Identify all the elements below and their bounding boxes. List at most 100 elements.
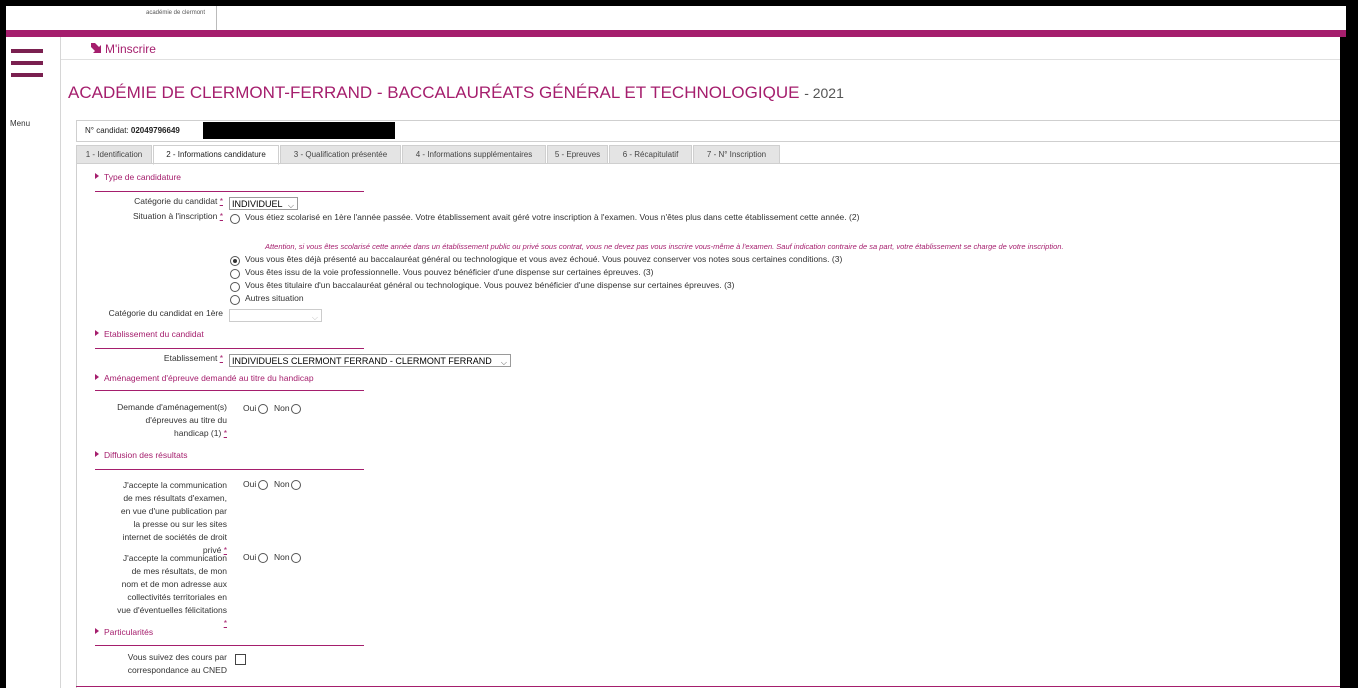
- chevron-down-icon: ⌵: [287, 201, 294, 210]
- diffusion-presse-label-text: J'accepte la communication de mes résult…: [120, 480, 227, 555]
- situation-option-voie-pro: Vous êtes issu de la voie professionnell…: [245, 267, 654, 277]
- etablissement-select-value: INDIVIDUELS CLERMONT FERRAND - CLERMONT …: [232, 356, 492, 366]
- situation-radio-titulaire[interactable]: [230, 282, 240, 292]
- browser-viewport: académie de clermont Menu M'inscrire ACA…: [6, 6, 1346, 688]
- category-1ere-select[interactable]: ⌵: [229, 309, 322, 322]
- cned-checkbox[interactable]: [235, 654, 246, 665]
- section-title: Type de candidature: [104, 172, 182, 182]
- academy-logo: [6, 6, 72, 30]
- candidate-info-bar: N° candidat: 02049796649: [76, 120, 1346, 142]
- candidate-number: N° candidat: 02049796649: [85, 126, 180, 135]
- presse-yes-label: Oui: [243, 479, 257, 489]
- side-menu: Menu: [6, 37, 61, 688]
- hamburger-icon-bar: [11, 73, 43, 77]
- collectivites-yes-label: Oui: [243, 552, 257, 562]
- tab-epreuves[interactable]: 5 - Epreuves: [547, 145, 608, 164]
- handicap-no-label: Non: [274, 403, 290, 413]
- situation-radio-echoue[interactable]: [230, 256, 240, 266]
- presse-yes-radio[interactable]: [258, 480, 268, 490]
- tab-numero-inscription[interactable]: 7 - N° Inscription: [693, 145, 780, 164]
- etablissement-select[interactable]: INDIVIDUELS CLERMONT FERRAND - CLERMONT …: [229, 354, 511, 367]
- handicap-no-radio[interactable]: [291, 404, 301, 414]
- diffusion-presse-label: J'accepte la communication de mes résult…: [113, 479, 227, 557]
- collectivites-no-label: Non: [274, 552, 290, 562]
- required-marker: *: [223, 428, 227, 438]
- redacted-name: [203, 122, 395, 139]
- page-edge: [1340, 37, 1346, 688]
- candidate-number-label: N° candidat:: [85, 126, 129, 135]
- situation-label-text: Situation à l'inscription: [133, 211, 218, 221]
- section-underline: [95, 390, 364, 391]
- menu-label[interactable]: Menu: [10, 119, 30, 128]
- main-content: M'inscrire ACADÉMIE DE CLERMONT-FERRAND …: [61, 37, 1346, 688]
- breadcrumb: M'inscrire: [61, 37, 1346, 60]
- chevron-down-icon: ⌵: [311, 313, 318, 322]
- category-select-value: INDIVIDUEL: [232, 199, 283, 209]
- section-underline: [95, 469, 364, 470]
- category-select[interactable]: INDIVIDUEL ⌵: [229, 197, 298, 210]
- section-underline: [95, 348, 364, 349]
- breadcrumb-current[interactable]: M'inscrire: [105, 42, 156, 56]
- candidate-number-value: 02049796649: [130, 126, 180, 135]
- header-divider: [216, 6, 217, 30]
- caret-right-icon: [95, 330, 99, 336]
- category-label-text: Catégorie du candidat: [134, 196, 218, 206]
- caret-right-icon: [95, 374, 99, 380]
- required-marker: *: [219, 196, 223, 206]
- handicap-yes-radio[interactable]: [258, 404, 268, 414]
- page-year: - 2021: [804, 85, 844, 101]
- handicap-label: Demande d'aménagement(s) d'épreuves au t…: [111, 401, 227, 440]
- diffusion-collectivites-label: J'accepte la communication de mes résult…: [113, 552, 227, 630]
- tab-qualification[interactable]: 3 - Qualification présentée: [280, 145, 401, 164]
- section-title: Aménagement d'épreuve demandé au titre d…: [104, 373, 314, 383]
- caret-right-icon: [95, 628, 99, 634]
- section-etablissement[interactable]: Etablissement du candidat: [95, 329, 204, 339]
- tab-informations-supplementaires[interactable]: 4 - Informations supplémentaires: [402, 145, 546, 164]
- handicap-label-text: Demande d'aménagement(s) d'épreuves au t…: [117, 402, 227, 438]
- collectivites-yes-radio[interactable]: [258, 553, 268, 563]
- section-type-candidature[interactable]: Type de candidature: [95, 172, 181, 182]
- situation-radio-autre[interactable]: [230, 295, 240, 305]
- collectivites-no-radio[interactable]: [291, 553, 301, 563]
- warning-message: Attention, si vous êtes scolarisé cette …: [265, 242, 1064, 251]
- required-marker: *: [219, 353, 223, 363]
- section-particularites[interactable]: Particularités: [95, 627, 153, 637]
- presse-no-label: Non: [274, 479, 290, 489]
- situation-option-titulaire: Vous êtes titulaire d'un baccalauréat gé…: [245, 280, 735, 290]
- chevron-down-icon: ⌵: [500, 358, 507, 367]
- section-underline: [95, 645, 364, 646]
- page-title-text: ACADÉMIE DE CLERMONT-FERRAND - BACCALAUR…: [68, 83, 800, 102]
- site-header: académie de clermont: [6, 6, 1346, 30]
- page-title: ACADÉMIE DE CLERMONT-FERRAND - BACCALAUR…: [68, 83, 844, 103]
- situation-radio-scolarise[interactable]: [230, 214, 240, 224]
- situation-radio-voie-pro[interactable]: [230, 269, 240, 279]
- tab-informations-candidature[interactable]: 2 - Informations candidature: [153, 145, 279, 165]
- arrow-down-right-icon: [91, 43, 101, 53]
- situation-option-autre: Autres situation: [245, 293, 304, 303]
- footer-divider: [76, 686, 1346, 687]
- required-marker: *: [219, 211, 223, 221]
- hamburger-icon-bar: [11, 61, 43, 65]
- caret-right-icon: [95, 173, 99, 179]
- etablissement-label-text: Etablissement: [163, 353, 218, 363]
- handicap-yes-label: Oui: [243, 403, 257, 413]
- required-marker: *: [223, 618, 227, 628]
- tab-recapitulatif[interactable]: 6 - Récapitulatif: [609, 145, 692, 164]
- section-underline: [95, 191, 364, 192]
- presse-no-radio[interactable]: [291, 480, 301, 490]
- situation-label: Situation à l'inscription *: [91, 210, 223, 223]
- diffusion-collectivites-label-text: J'accepte la communication de mes résult…: [117, 553, 227, 615]
- hamburger-icon: [11, 49, 43, 53]
- header-accent-bar: [6, 30, 1346, 37]
- situation-option-echoue: Vous vous êtes déjà présenté au baccalau…: [245, 254, 843, 264]
- category-1ere-label: Catégorie du candidat en 1ère: [108, 308, 223, 318]
- section-diffusion[interactable]: Diffusion des résultats: [95, 450, 187, 460]
- etablissement-label: Etablissement *: [91, 352, 223, 365]
- caret-right-icon: [95, 451, 99, 457]
- section-title: Etablissement du candidat: [104, 329, 204, 339]
- tab-identification[interactable]: 1 - Identification: [76, 145, 152, 164]
- cned-label: Vous suivez des cours par correspondance…: [127, 652, 227, 675]
- situation-option-scolarise: Vous étiez scolarisé en 1ère l'année pas…: [245, 212, 860, 222]
- section-handicap[interactable]: Aménagement d'épreuve demandé au titre d…: [95, 373, 314, 383]
- menu-button[interactable]: [6, 49, 60, 99]
